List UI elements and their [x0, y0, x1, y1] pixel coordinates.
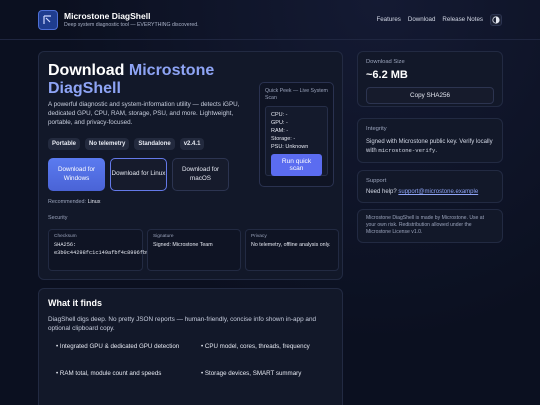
integrity-period: . — [435, 147, 438, 154]
nav-download-link[interactable]: Download — [408, 16, 436, 23]
support-prompt: Need help? — [366, 189, 397, 195]
app-tagline: Deep system diagnostic tool — EVERYTHING… — [64, 22, 199, 28]
privacy-value: No telemetry, offline analysis only. — [251, 242, 331, 248]
pill-no-telemetry: No telemetry — [85, 138, 130, 150]
recommended-platform: Recommended: Linux — [48, 199, 100, 205]
hero-title-plain: Download — [48, 62, 129, 79]
feature-item-storage: • Storage devices, SMART summary — [201, 370, 302, 377]
what-it-finds-title: What it finds — [48, 298, 102, 308]
support-label: Support — [366, 178, 387, 184]
integrity-label: Integrity — [366, 126, 387, 132]
integrity-command: microstone-verify — [378, 146, 436, 154]
feature-pills: Portable No telemetry Standalone v2.4.1 — [48, 138, 205, 150]
support-email-link[interactable]: support@microstone.example — [398, 189, 478, 195]
signature-label: Signature — [153, 234, 174, 239]
peek-ram: RAM: - — [271, 128, 289, 134]
pill-portable: Portable — [48, 138, 81, 150]
recommended-value: Linux — [87, 199, 101, 205]
app-name: Microstone DiagShell — [64, 11, 151, 21]
pill-standalone: Standalone — [134, 138, 175, 150]
signature-cell: Signature Signed: Microstone Team — [147, 229, 241, 271]
pill-version: v2.4.1 — [179, 138, 205, 150]
checksum-label: Checksum — [54, 234, 77, 239]
security-grid: Checksum SHA256: e3b0c44298fc1c149afbf4c… — [48, 229, 339, 271]
download-windows-button[interactable]: Download for Windows — [48, 158, 105, 191]
peek-gpu: GPU: - — [271, 120, 288, 126]
quick-peek-panel: Quick Peek — Live System Scan CPU: - GPU… — [259, 82, 334, 187]
peek-storage: Storage: - — [271, 136, 296, 142]
top-navbar: Microstone DiagShell Deep system diagnos… — [0, 0, 540, 40]
run-quick-scan-button[interactable]: Run quick scan — [271, 154, 322, 176]
download-linux-button[interactable]: Download for Linux — [110, 158, 167, 191]
hero-title: Download Microstone DiagShell — [48, 62, 248, 98]
brand: Microstone DiagShell Deep system diagnos… — [64, 11, 199, 28]
signature-value: Signed: Microstone Team — [153, 242, 213, 248]
download-hero-card: Download Microstone DiagShell A powerful… — [38, 51, 343, 280]
feature-item-cpu: • CPU model, cores, threads, frequency — [201, 343, 310, 350]
integrity-card: Integrity Signed with Microstone public … — [357, 118, 503, 163]
download-size-value: ~6.2 MB — [366, 69, 408, 81]
support-text: Need help? support@microstone.example — [366, 188, 494, 197]
app-logo-icon[interactable] — [38, 9, 58, 30]
nav-features-link[interactable]: Features — [376, 16, 400, 23]
download-size-label: Download Size — [366, 59, 405, 65]
quick-peek-results: CPU: - GPU: - RAM: - Storage: - PSU: Unk… — [265, 106, 328, 176]
half-moon-icon — [492, 15, 500, 24]
license-card: Microstone DiagShell is made by Microsto… — [357, 209, 503, 243]
download-macos-button[interactable]: Download for macOS — [172, 158, 229, 191]
hero-description: A powerful diagnostic and system-informa… — [48, 101, 240, 126]
feature-item-gpu: • Integrated GPU & dedicated GPU detecti… — [56, 343, 180, 350]
checksum-cell: Checksum SHA256: e3b0c44298fc1c149afbf4c… — [48, 229, 165, 271]
license-text: Microstone DiagShell is made by Microsto… — [366, 215, 485, 235]
peek-cpu: CPU: - — [271, 112, 288, 118]
peek-psu: PSU: Unknown — [271, 144, 309, 150]
theme-toggle-button[interactable] — [490, 13, 502, 26]
quick-peek-title: Quick Peek — Live System Scan — [265, 88, 328, 101]
nav-release-notes-link[interactable]: Release Notes — [442, 16, 483, 23]
copy-sha256-button[interactable]: Copy SHA256 — [366, 87, 494, 104]
support-card: Support Need help? support@microstone.ex… — [357, 170, 503, 203]
privacy-label: Privacy — [251, 234, 267, 239]
main-nav: Features Download Release Notes — [376, 13, 502, 26]
feature-item-ram: • RAM total, module count and speeds — [56, 370, 162, 377]
what-it-finds-card: What it finds DiagShell digs deep. No pr… — [38, 288, 343, 405]
what-it-finds-description: DiagShell digs deep. No pretty JSON repo… — [48, 316, 317, 332]
security-heading: Security — [48, 215, 68, 221]
download-buttons: Download for Windows Download for Linux … — [48, 158, 229, 191]
privacy-cell: Privacy No telemetry, offline analysis o… — [245, 229, 339, 271]
integrity-text: Signed with Microstone public key. Verif… — [366, 138, 494, 155]
checksum-value[interactable]: SHA256: e3b0c44298fc1c149afbf4c8996fb924… — [54, 242, 165, 257]
download-size-card: Download Size ~6.2 MB Copy SHA256 — [357, 51, 503, 107]
recommended-label: Recommended: — [48, 199, 87, 205]
